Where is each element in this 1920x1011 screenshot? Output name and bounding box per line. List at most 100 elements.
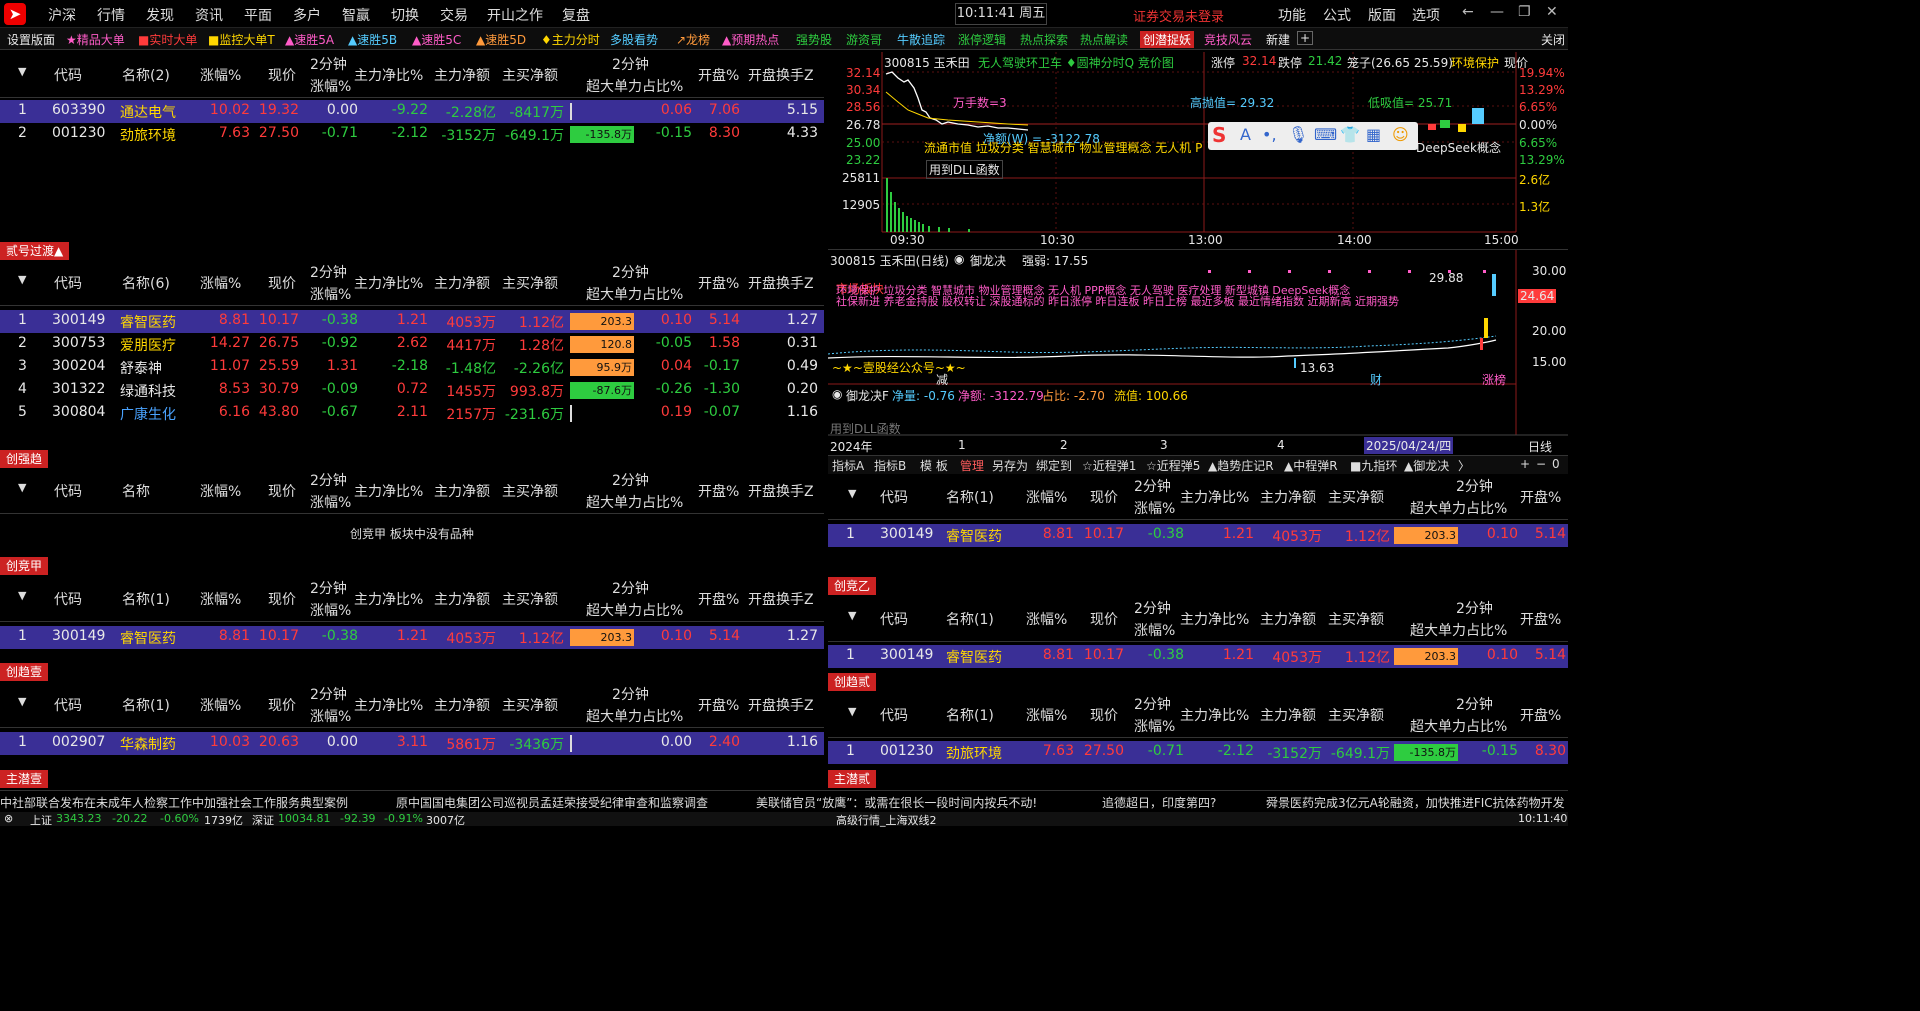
ime-mode-icon[interactable]: A (1240, 125, 1251, 144)
col-net[interactable]: 主力净额 (434, 273, 490, 293)
col-price[interactable]: 现价 (268, 273, 296, 293)
col-big-top[interactable]: 2分钟 (1456, 694, 1493, 714)
col-big-top[interactable]: 2分钟 (1456, 598, 1493, 618)
col-change[interactable]: 涨幅% (200, 273, 241, 293)
toolbar-item[interactable]: 设置版面 (7, 31, 55, 48)
col-buy[interactable]: 主买净额 (502, 481, 558, 501)
table-row[interactable]: 1 001230 劲旅环境 7.63 27.50 -0.71 -2.12 -3152万 -649… (828, 741, 1568, 764)
menu-item[interactable]: 公式 (1323, 5, 1351, 25)
col-big-top[interactable]: 2分钟 (612, 684, 649, 704)
table-row[interactable]: 3 300204 舒泰神 11.07 25.59 1.31 -2.18 -1.48亿 -2.26… (0, 356, 824, 379)
col-big-top[interactable]: 2分钟 (612, 470, 649, 490)
col-net[interactable]: 主力净额 (434, 695, 490, 715)
col-buy[interactable]: 主买净额 (502, 65, 558, 85)
menu-item[interactable]: 选项 (1412, 5, 1440, 25)
col-big-top[interactable]: 2分钟 (612, 262, 649, 282)
table-row[interactable]: 1 300149 睿智医药 8.81 10.17 -0.38 1.21 4053万 1.12亿 0… (828, 645, 1568, 668)
col-change[interactable]: 涨幅% (1026, 487, 1067, 507)
section-tab[interactable]: 创趋贰 (828, 673, 877, 691)
toolbar-item[interactable]: ▲速胜5A (285, 31, 334, 48)
col-buy[interactable]: 主买净额 (1328, 609, 1384, 629)
col-big-top[interactable]: 2分钟 (1456, 476, 1493, 496)
toolbar-item[interactable]: ■监控大单T (208, 31, 275, 48)
menu-item[interactable]: 发现 (146, 5, 174, 25)
keyboard-icon[interactable]: ⌨ (1314, 125, 1337, 144)
col-turn[interactable]: 开盘换手Z (748, 589, 814, 609)
col-net[interactable]: 主力净额 (434, 65, 490, 85)
col-price[interactable]: 现价 (268, 695, 296, 715)
col-open[interactable]: 开盘% (1520, 487, 1561, 507)
col-price[interactable]: 现价 (1090, 487, 1118, 507)
chart-tab[interactable]: 指标B (874, 457, 906, 474)
news-item[interactable]: 追德超日，印度第四? (1102, 794, 1216, 811)
col-ratio[interactable]: 主力净比% (354, 65, 423, 85)
chart-tab[interactable]: 另存为 (992, 457, 1028, 474)
col-ratio[interactable]: 主力净比% (354, 695, 423, 715)
col-change[interactable]: 涨幅% (200, 481, 241, 501)
col-code[interactable]: 代码 (54, 65, 82, 85)
col-ratio[interactable]: 主力净比% (1180, 705, 1249, 725)
menu-item[interactable]: 开山之作 (487, 5, 543, 25)
table-row[interactable]: 2 300753 爱朋医疗 14.27 26.75 -0.92 2.62 4417万 1.28亿… (0, 333, 824, 356)
table-row[interactable]: 4 301322 绿通科技 8.53 30.79 -0.09 0.72 1455万 993.8万… (0, 379, 824, 402)
col-buy[interactable]: 主买净额 (1328, 487, 1384, 507)
menu-item[interactable]: 多户 (293, 5, 321, 25)
toolbar-item[interactable]: 游资哥 (846, 31, 882, 48)
col-turn[interactable]: 开盘换手Z (748, 273, 814, 293)
menu-item[interactable]: 行情 (97, 5, 125, 25)
col-big-bottom[interactable]: 超大单力占比% (1410, 716, 1507, 736)
col-2min-top[interactable]: 2分钟 (310, 54, 347, 74)
close-icon[interactable]: ✕ (1546, 4, 1558, 20)
sort-dropdown-icon[interactable]: ▼ (18, 273, 26, 286)
chart-tab[interactable]: 管理 (960, 457, 984, 474)
sogou-logo-icon[interactable]: S (1212, 123, 1226, 147)
toolbar-item[interactable]: ▲预期热点 (722, 31, 779, 48)
sort-dropdown-icon[interactable]: ▼ (18, 589, 26, 602)
reset-icon[interactable]: 0 (1552, 457, 1560, 471)
col-price[interactable]: 现价 (268, 589, 296, 609)
col-2min-top[interactable]: 2分钟 (310, 578, 347, 598)
sort-dropdown-icon[interactable]: ▼ (848, 487, 856, 500)
col-big-bottom[interactable]: 超大单力占比% (586, 492, 683, 512)
col-price[interactable]: 现价 (1090, 609, 1118, 629)
col-big-bottom[interactable]: 超大单力占比% (1410, 498, 1507, 518)
col-2min-top[interactable]: 2分钟 (310, 262, 347, 282)
section-tab[interactable]: 主潜贰 (828, 770, 877, 788)
settings-icon[interactable]: ◉ (954, 252, 964, 266)
toolbar-item[interactable]: 新建 (1266, 31, 1290, 48)
restore-icon[interactable]: ❐ (1518, 4, 1531, 20)
zoom-out-icon[interactable]: − (1536, 457, 1546, 471)
col-change[interactable]: 涨幅% (1026, 609, 1067, 629)
menu-item[interactable]: 平面 (244, 5, 272, 25)
col-2min-bottom[interactable]: 涨幅% (310, 76, 351, 96)
toolbar-item[interactable]: ▲速胜5C (412, 31, 461, 48)
table-row[interactable]: 1 002907 华森制药 10.03 20.63 0.00 3.11 5861万 -3436万… (0, 732, 824, 755)
col-2min-top[interactable]: 2分钟 (1134, 598, 1171, 618)
minimize-icon[interactable]: — (1490, 4, 1504, 20)
sort-dropdown-icon[interactable]: ▼ (18, 695, 26, 708)
col-code[interactable]: 代码 (54, 273, 82, 293)
col-2min-top[interactable]: 2分钟 (310, 470, 347, 490)
login-warning[interactable]: 证券交易未登录 (1133, 6, 1224, 25)
col-buy[interactable]: 主买净额 (1328, 705, 1384, 725)
news-item[interactable]: 原中国国电集团公司巡视员孟廷荣接受纪律审查和监察调查 (396, 794, 708, 811)
col-price[interactable]: 现价 (1090, 705, 1118, 725)
col-big-bottom[interactable]: 超大单力占比% (586, 706, 683, 726)
col-open[interactable]: 开盘% (698, 65, 739, 85)
col-change[interactable]: 涨幅% (200, 695, 241, 715)
toolbar-item[interactable]: 牛散追踪 (897, 31, 945, 48)
intraday-chart[interactable]: 300815 玉禾田 无人驾驶环卫车 ♦圆神分时Q 竞价图 涨停 32.14 跌… (828, 52, 1568, 250)
col-price[interactable]: 现价 (268, 481, 296, 501)
toolbox-icon[interactable]: ▦ (1366, 125, 1381, 144)
sort-dropdown-icon[interactable]: ▼ (848, 609, 856, 622)
col-buy[interactable]: 主买净额 (502, 273, 558, 293)
col-net[interactable]: 主力净额 (434, 481, 490, 501)
menu-item[interactable]: 资讯 (195, 5, 223, 25)
chart-tab[interactable]: ▲中程弹R (1284, 457, 1338, 474)
col-ratio[interactable]: 主力净比% (1180, 487, 1249, 507)
menu-item[interactable]: 沪深 (48, 5, 76, 25)
news-item[interactable]: 美联储官员“放鹰”：或需在很长一段时间内按兵不动! (756, 794, 1037, 811)
col-big-bottom[interactable]: 超大单力占比% (1410, 620, 1507, 640)
table-row[interactable]: 1 603390 通达电气 10.02 19.32 0.00 -9.22 -2.28亿 -841… (0, 100, 824, 123)
toolbar-item-active[interactable]: 创潜捉妖 (1140, 31, 1195, 48)
